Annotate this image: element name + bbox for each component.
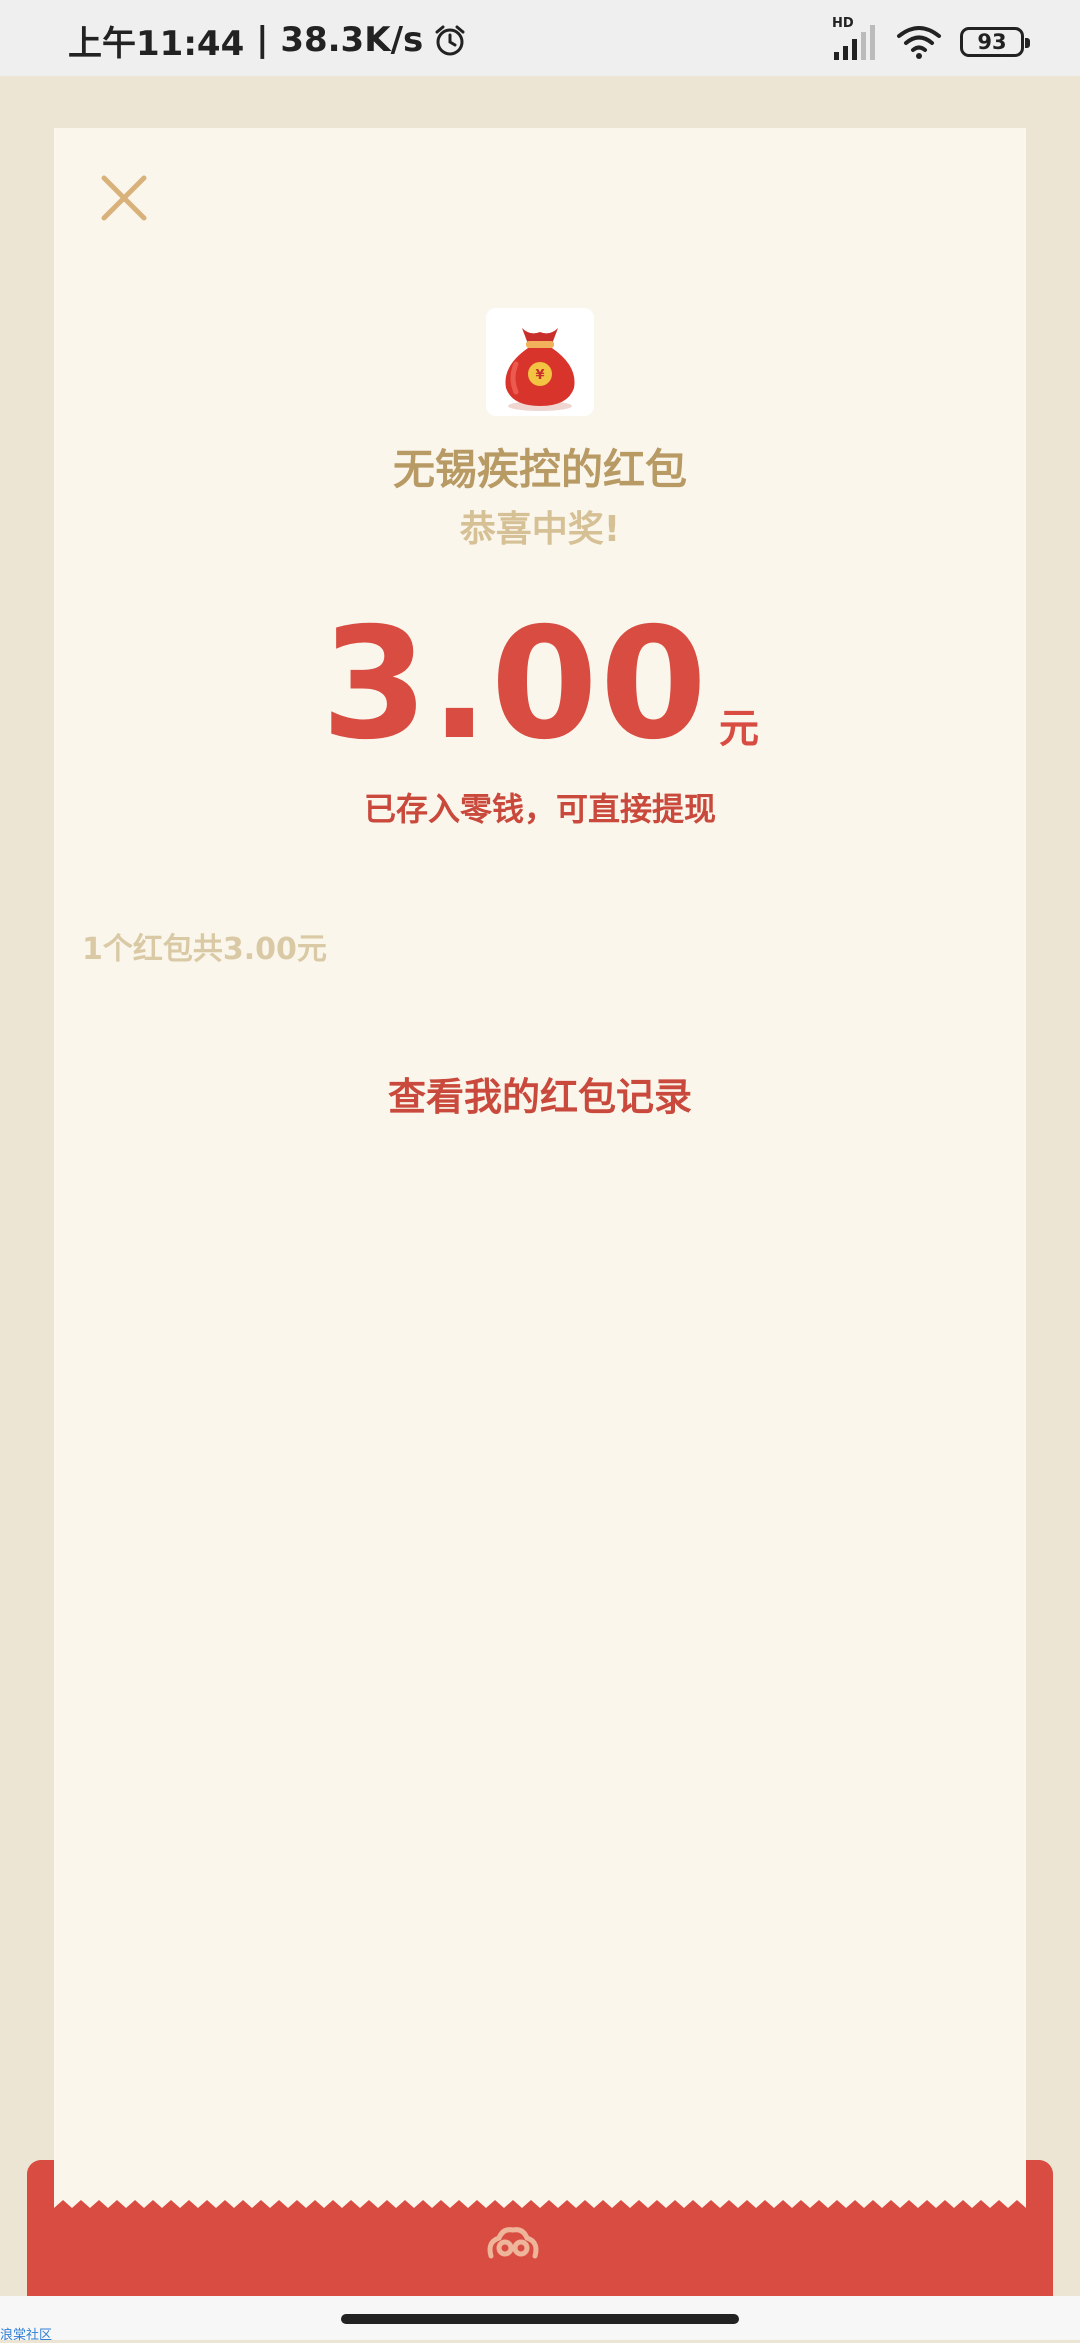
sender-name: 无锡疾控的红包 (392, 445, 687, 494)
battery-level: 93 (977, 30, 1007, 54)
status-right: HD 93 (832, 16, 1030, 64)
battery-icon: 93 (960, 27, 1030, 57)
greeting-text: 恭喜中奖! (459, 509, 621, 550)
saved-note: 已存入零钱，可直接提现 (363, 790, 716, 828)
packet-summary: 1个红包共3.00元 (82, 932, 327, 967)
money-bag-icon: ¥ (505, 328, 575, 411)
amount-unit: 元 (718, 706, 759, 752)
status-separator: | (244, 20, 281, 60)
watermark: 浪棠社区 (0, 2328, 53, 2343)
network-speed: 38.3K/s (280, 20, 424, 60)
status-time: 上午11:44 (68, 23, 245, 64)
amount-value: 3.00 (321, 595, 709, 774)
records-link[interactable]: 查看我的红包记录 (54, 1066, 1026, 1121)
sender-avatar: ¥ (486, 308, 594, 416)
close-icon[interactable] (94, 168, 154, 228)
alarm-icon (435, 25, 465, 56)
svg-text:¥: ¥ (535, 368, 544, 383)
red-packet-card: ¥ 无锡疾控的红包 恭喜中奖! 3.00 元 已存入零钱，可直接提现 1个红包共… (54, 128, 1026, 2208)
card-zigzag-edge (54, 2200, 1026, 2220)
status-bar: 上午11:44 | 38.3K/s HD 93 (0, 0, 1080, 76)
hd-label: HD (832, 16, 854, 31)
amount-row: 3.00 元 (54, 608, 1026, 762)
home-indicator[interactable] (341, 2314, 739, 2324)
cloud-icon (487, 2227, 539, 2259)
wifi-icon (897, 26, 941, 59)
status-left: 上午11:44 | 38.3K/s (68, 18, 467, 64)
signal-icon: HD (832, 16, 878, 62)
